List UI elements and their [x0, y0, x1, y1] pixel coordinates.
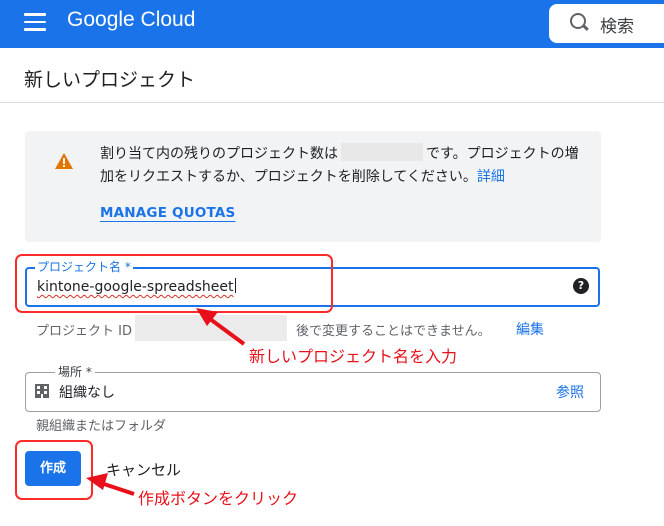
top-app-bar: Google Cloud 検索 [0, 0, 664, 48]
edit-project-id-link[interactable]: 編集 [516, 319, 544, 339]
location-value: 組織なし [59, 385, 115, 401]
search-icon [570, 13, 586, 29]
menu-icon[interactable] [24, 13, 46, 31]
browse-button[interactable]: 参照 [556, 382, 584, 402]
highlight-project-name [15, 254, 333, 313]
project-id-note: 後で変更することはできません。 [296, 324, 491, 339]
location-label: 場所 * [55, 363, 95, 380]
location-field[interactable]: 組織なし 参照 [25, 372, 601, 412]
google-cloud-logo[interactable]: Google Cloud [67, 8, 195, 32]
help-icon[interactable]: ? [573, 278, 589, 294]
redacted-count [341, 143, 423, 161]
search-label: 検索 [600, 17, 634, 37]
search-button[interactable]: 検索 [549, 4, 664, 43]
quota-text-before: 割り当て内の残りのプロジェクト数は [100, 146, 338, 162]
callout-enter-name: 新しいプロジェクト名を入力 [249, 347, 458, 366]
location-hint: 親組織またはフォルダ [36, 419, 167, 434]
project-id-label: プロジェクト ID [36, 324, 132, 339]
warning-icon [55, 153, 73, 169]
manage-quotas-link[interactable]: MANAGE QUOTAS [100, 205, 235, 221]
callout-click-create: 作成ボタンをクリック [138, 489, 299, 508]
page-header: 新しいプロジェクト [0, 48, 664, 103]
quota-notice: 割り当て内の残りのプロジェクト数は です。プロジェクトの増加をリクエストするか、プ… [25, 131, 601, 242]
quota-message: 割り当て内の残りのプロジェクト数は です。プロジェクトの増加をリクエストするか、プ… [100, 143, 590, 189]
highlight-create-button [15, 440, 93, 500]
page-title: 新しいプロジェクト [24, 69, 196, 91]
cancel-button[interactable]: キャンセル [106, 459, 181, 480]
building-icon [35, 384, 49, 398]
redacted-project-id [135, 315, 287, 341]
detail-link[interactable]: 詳細 [477, 169, 505, 185]
